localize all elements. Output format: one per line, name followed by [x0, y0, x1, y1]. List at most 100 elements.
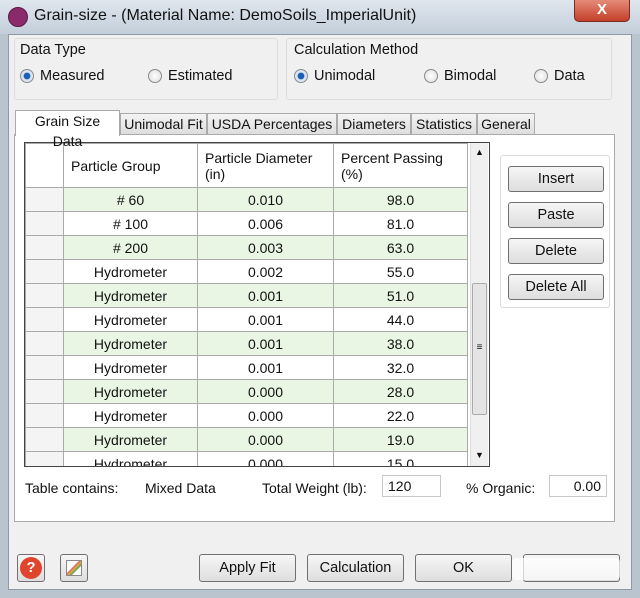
scroll-up-icon[interactable]: ▲	[475, 147, 484, 157]
cell-particle-diameter[interactable]: 0.003	[197, 235, 334, 260]
cell-particle-diameter[interactable]: 0.000	[197, 379, 334, 404]
cell-percent-passing[interactable]: 32.0	[333, 355, 468, 380]
app-icon	[8, 7, 28, 27]
table-row[interactable]: # 60 0.010 98.0	[25, 187, 468, 212]
row-header[interactable]	[25, 355, 64, 380]
row-header[interactable]	[25, 307, 64, 332]
cell-percent-passing[interactable]: 51.0	[333, 283, 468, 308]
cell-particle-group[interactable]: # 100	[63, 211, 198, 236]
cell-particle-diameter[interactable]: 0.002	[197, 259, 334, 284]
table-row[interactable]: Hydrometer 0.001 51.0	[25, 283, 468, 308]
grain-size-table[interactable]: Particle Group Particle Diameter (in) Pe…	[24, 142, 490, 467]
table-row[interactable]: Hydrometer 0.000 15.0	[25, 451, 468, 466]
organic-label: % Organic:	[466, 480, 536, 496]
apply-fit-button[interactable]: Apply Fit	[199, 554, 296, 582]
organic-input[interactable]: 0.00	[549, 475, 607, 497]
delete-button[interactable]: Delete	[508, 238, 604, 264]
cell-percent-passing[interactable]: 81.0	[333, 211, 468, 236]
tab-usda-percentages[interactable]: USDA Percentages	[207, 113, 337, 135]
cell-particle-group[interactable]: Hydrometer	[63, 379, 198, 404]
table-row[interactable]: # 200 0.003 63.0	[25, 235, 468, 260]
row-header[interactable]	[25, 259, 64, 284]
radio-unimodal[interactable]: Unimodal	[294, 68, 375, 84]
radio-bimodal[interactable]: Bimodal	[424, 68, 496, 84]
chart-button[interactable]	[60, 554, 88, 582]
cell-percent-passing[interactable]: 55.0	[333, 259, 468, 284]
table-row[interactable]: Hydrometer 0.001 38.0	[25, 331, 468, 356]
cell-particle-diameter[interactable]: 0.001	[197, 283, 334, 308]
radio-estimated[interactable]: Estimated	[148, 68, 232, 84]
cell-particle-group[interactable]: Hydrometer	[63, 355, 198, 380]
row-header[interactable]	[25, 451, 64, 466]
table-row[interactable]: Hydrometer 0.001 32.0	[25, 355, 468, 380]
table-row[interactable]: Hydrometer 0.002 55.0	[25, 259, 468, 284]
table-row[interactable]: Hydrometer 0.000 19.0	[25, 427, 468, 452]
row-header[interactable]	[25, 403, 64, 428]
row-header[interactable]	[25, 283, 64, 308]
cell-particle-diameter[interactable]: 0.000	[197, 427, 334, 452]
cell-particle-diameter[interactable]: 0.000	[197, 403, 334, 428]
cell-particle-group[interactable]: Hydrometer	[63, 427, 198, 452]
total-weight-input[interactable]: 120	[382, 475, 441, 497]
tab-unimodal-fit[interactable]: Unimodal Fit	[120, 113, 207, 135]
radio-data[interactable]: Data	[534, 68, 585, 84]
cell-percent-passing[interactable]: 63.0	[333, 235, 468, 260]
scroll-thumb[interactable]: ≡	[472, 283, 487, 415]
row-header[interactable]	[25, 427, 64, 452]
cell-percent-passing[interactable]: 98.0	[333, 187, 468, 212]
paste-button[interactable]: Paste	[508, 202, 604, 228]
tab-statistics[interactable]: Statistics	[411, 113, 477, 135]
tab-diameters[interactable]: Diameters	[337, 113, 411, 135]
col-header-particle-diameter[interactable]: Particle Diameter (in)	[197, 143, 334, 188]
cell-particle-diameter[interactable]: 0.010	[197, 187, 334, 212]
tab-general[interactable]: General	[477, 113, 535, 135]
close-button[interactable]: X	[574, 0, 630, 22]
calculation-button[interactable]: Calculation	[307, 554, 404, 582]
insert-button[interactable]: Insert	[508, 166, 604, 192]
delete-all-button[interactable]: Delete All	[508, 274, 604, 300]
cell-particle-diameter[interactable]: 0.001	[197, 355, 334, 380]
cell-particle-diameter[interactable]: 0.001	[197, 307, 334, 332]
cell-particle-group[interactable]: Hydrometer	[63, 283, 198, 308]
table-scrollbar[interactable]: ▲ ≡ ▼	[470, 143, 488, 466]
table-row[interactable]: Hydrometer 0.001 44.0	[25, 307, 468, 332]
cell-particle-diameter[interactable]: 0.000	[197, 451, 334, 466]
table-contains-label: Table contains:	[25, 480, 119, 496]
cell-particle-group[interactable]: Hydrometer	[63, 259, 198, 284]
cell-percent-passing[interactable]: 28.0	[333, 379, 468, 404]
watermark	[512, 558, 620, 580]
radio-measured[interactable]: Measured	[20, 68, 104, 84]
row-header[interactable]	[25, 235, 64, 260]
col-header-percent-passing[interactable]: Percent Passing (%)	[333, 143, 468, 188]
cell-particle-group[interactable]: Hydrometer	[63, 331, 198, 356]
tab-grain-size-data[interactable]: Grain Size Data	[15, 110, 120, 149]
table-row[interactable]: Hydrometer 0.000 28.0	[25, 379, 468, 404]
row-header[interactable]	[25, 379, 64, 404]
radio-icon	[424, 69, 438, 83]
cell-particle-group[interactable]: Hydrometer	[63, 403, 198, 428]
cell-percent-passing[interactable]: 15.0	[333, 451, 468, 466]
cell-particle-group[interactable]: # 60	[63, 187, 198, 212]
cell-particle-diameter[interactable]: 0.006	[197, 211, 334, 236]
cell-percent-passing[interactable]: 44.0	[333, 307, 468, 332]
row-header[interactable]	[25, 331, 64, 356]
chart-icon	[66, 560, 82, 576]
radio-icon	[294, 69, 308, 83]
radio-label: Measured	[40, 68, 105, 84]
cell-percent-passing[interactable]: 38.0	[333, 331, 468, 356]
table-row[interactable]: Hydrometer 0.000 22.0	[25, 403, 468, 428]
ok-button[interactable]: OK	[415, 554, 512, 582]
col-header-particle-group[interactable]: Particle Group	[63, 143, 198, 188]
row-header[interactable]	[25, 187, 64, 212]
cell-percent-passing[interactable]: 19.0	[333, 427, 468, 452]
help-icon: ?	[20, 557, 42, 579]
cell-particle-group[interactable]: Hydrometer	[63, 451, 198, 466]
scroll-down-icon[interactable]: ▼	[475, 450, 484, 460]
cell-particle-group[interactable]: # 200	[63, 235, 198, 260]
cell-percent-passing[interactable]: 22.0	[333, 403, 468, 428]
cell-particle-diameter[interactable]: 0.001	[197, 331, 334, 356]
help-button[interactable]: ?	[17, 554, 45, 582]
cell-particle-group[interactable]: Hydrometer	[63, 307, 198, 332]
row-header[interactable]	[25, 211, 64, 236]
table-row[interactable]: # 100 0.006 81.0	[25, 211, 468, 236]
